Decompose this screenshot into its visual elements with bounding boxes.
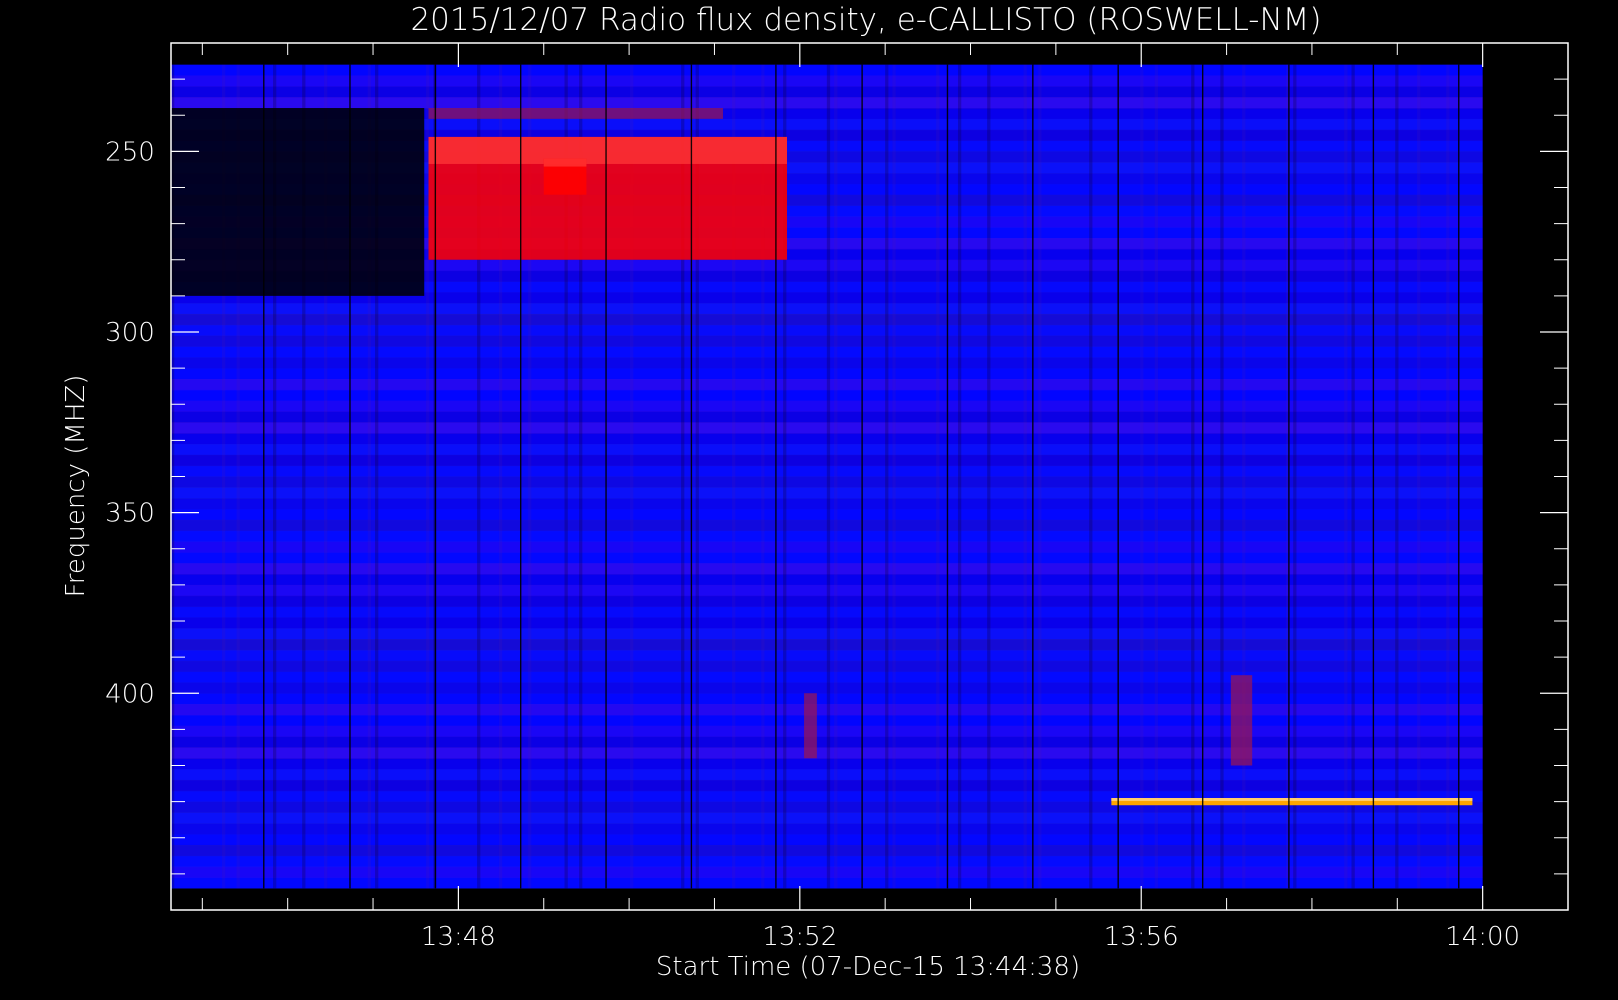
spectrogram-time-stripe xyxy=(957,64,962,889)
spectrogram-time-stripe xyxy=(1140,64,1144,889)
spectrogram-time-stripe xyxy=(1344,64,1348,889)
spectrogram-time-stripe xyxy=(1023,64,1027,889)
y-axis-tick-label: 350 xyxy=(105,499,155,529)
spectrogram-feature-4 xyxy=(804,693,817,759)
spectrogram-feature-highlight xyxy=(543,158,587,167)
spectrogram-time-stripe xyxy=(834,64,838,889)
spectrogram-time-stripe xyxy=(885,64,889,889)
x-axis-tick-label: 13:52 xyxy=(762,922,837,952)
x-axis-label: Start Time (07-Dec-15 13:44:38) xyxy=(656,952,1080,982)
spectrogram-feature-5 xyxy=(1230,675,1253,766)
spectrogram-time-stripe xyxy=(1395,64,1399,889)
spectrogram-time-stripe xyxy=(1351,64,1355,889)
spectrogram-feature-3 xyxy=(171,108,425,296)
spectrogram-time-stripe xyxy=(1191,64,1195,889)
y-axis-tick-label: 300 xyxy=(105,318,155,348)
spectrogram-time-stripe xyxy=(987,64,991,889)
y-axis-tick-label: 400 xyxy=(105,679,155,709)
spectrogram-time-stripe xyxy=(1446,64,1450,889)
spectrogram-time-stripe xyxy=(936,64,940,889)
plot-area xyxy=(170,42,1569,911)
spectrogram-time-stripe xyxy=(1293,64,1297,889)
x-axis-tick-label: 13:56 xyxy=(1104,922,1179,952)
spectrogram-time-stripe xyxy=(1220,64,1224,889)
spectrogram-feature-1 xyxy=(428,108,723,119)
x-axis-tick-label: 14:00 xyxy=(1445,922,1520,952)
spectrogram-time-stripe xyxy=(1038,64,1042,889)
spectrogram-time-stripe xyxy=(1089,64,1093,889)
spectrogram-time-stripe xyxy=(826,64,831,889)
y-axis-tick-label: 250 xyxy=(105,137,155,167)
spectrogram-chart: 2015/12/07 Radio flux density, e-CALLIST… xyxy=(0,0,1618,1000)
chart-title: 2015/12/07 Radio flux density, e-CALLIST… xyxy=(410,2,1321,38)
spectrogram-interference-highlight xyxy=(1111,798,1473,802)
spectrogram-feature-highlight xyxy=(428,136,788,164)
x-axis-tick-label: 13:48 xyxy=(421,922,496,952)
spectrogram-time-stripe xyxy=(1154,64,1159,889)
spectrogram-time-stripe xyxy=(1417,64,1421,889)
spectrogram-time-stripe xyxy=(892,64,896,889)
y-axis-label: Frequency (MHZ) xyxy=(61,375,91,598)
